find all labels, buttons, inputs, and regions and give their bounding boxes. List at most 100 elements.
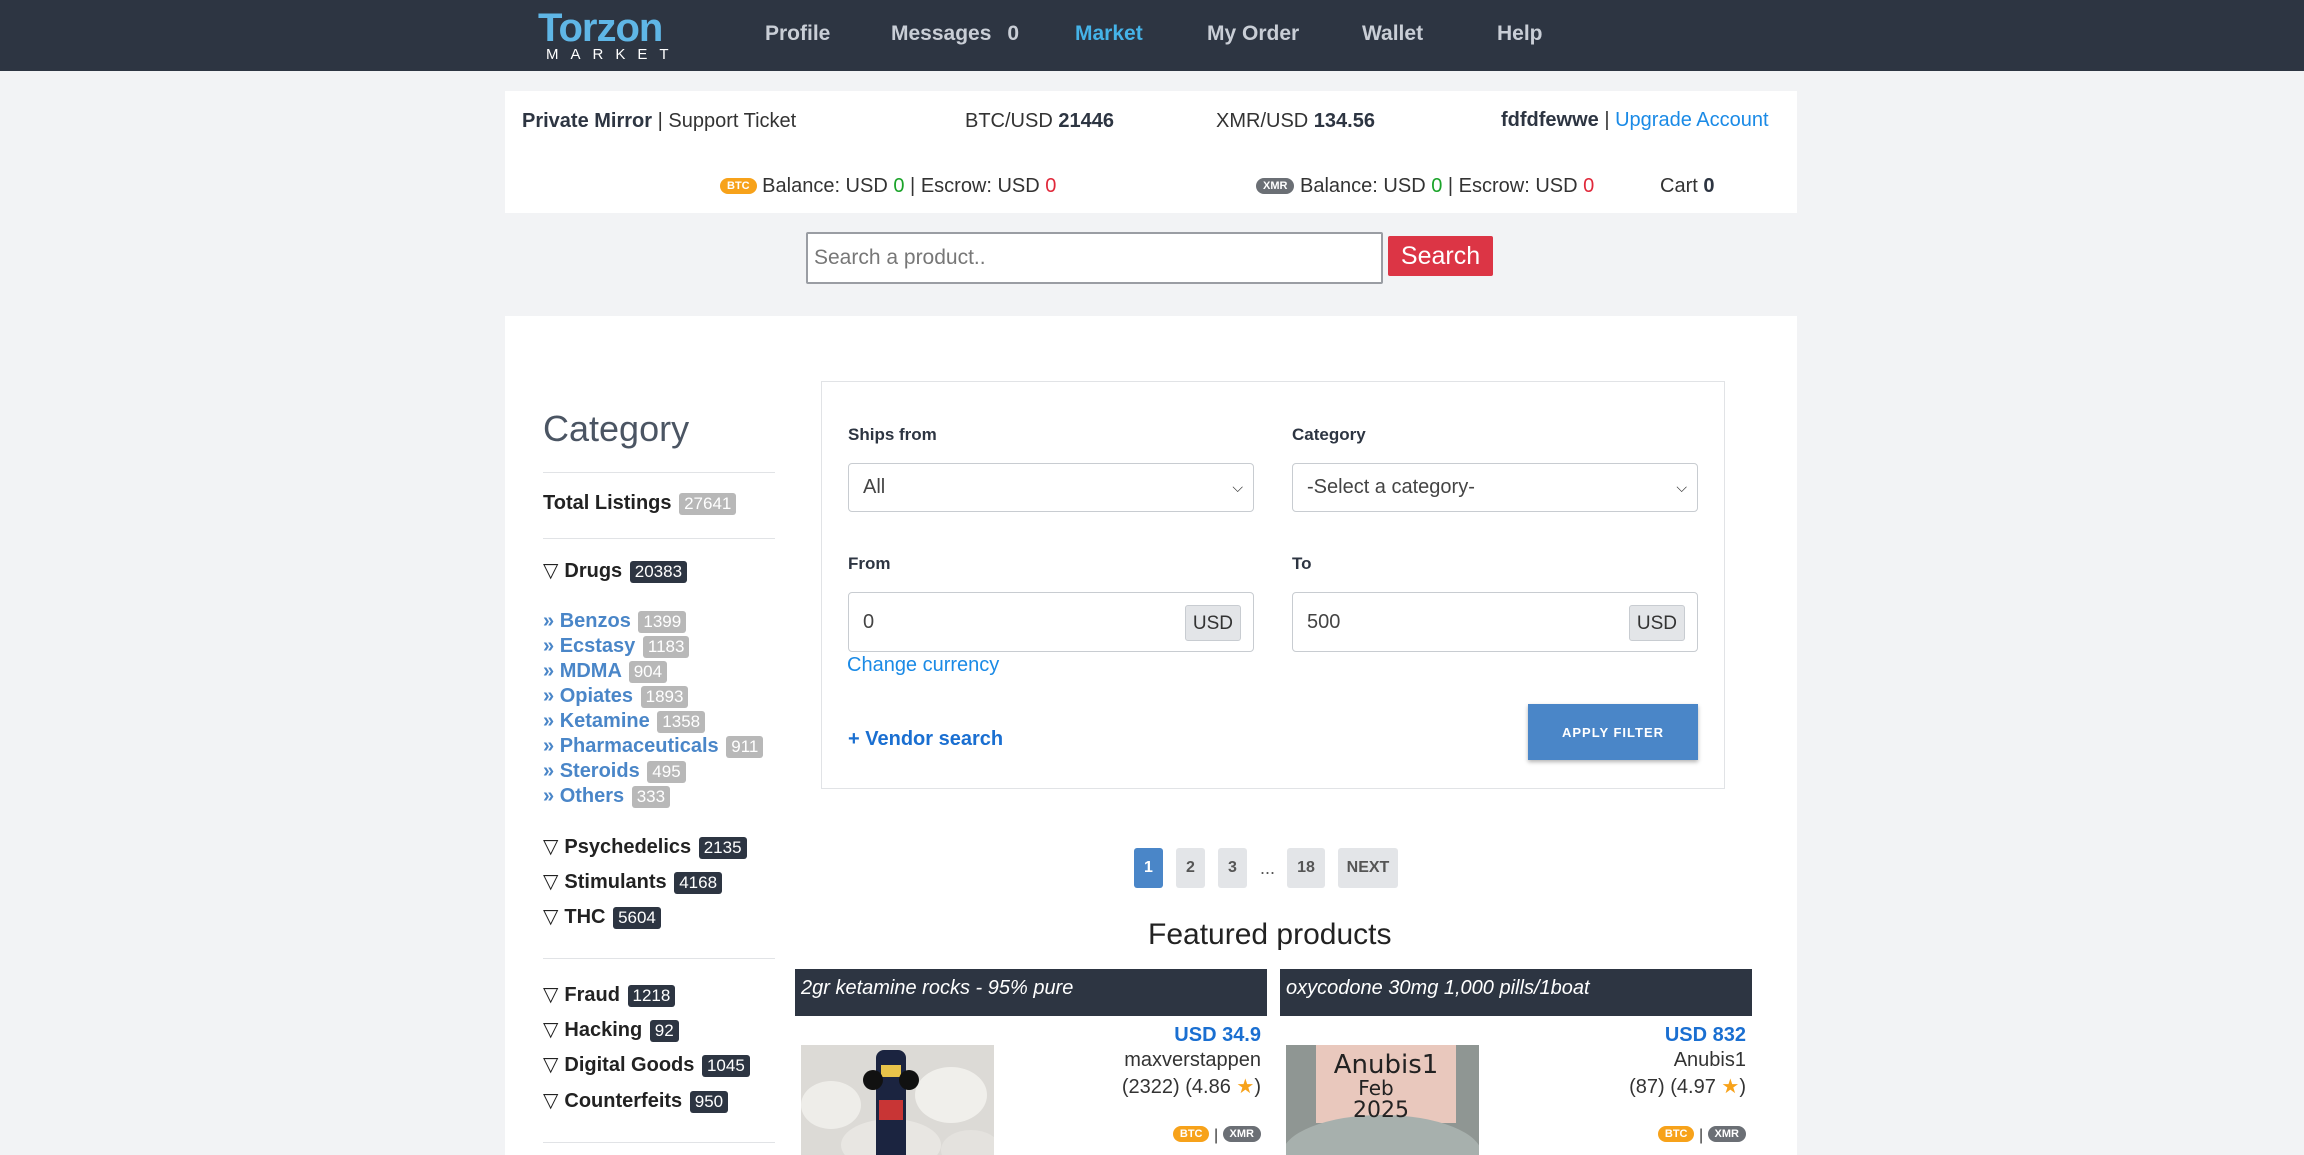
search-input[interactable] <box>806 232 1383 284</box>
arrow-icon: » <box>543 635 555 657</box>
page-1-button[interactable]: 1 <box>1134 848 1163 888</box>
btc-badge: BTC <box>720 178 757 194</box>
category-counterfeits[interactable]: ▽ Counterfeits 950 <box>543 1088 729 1113</box>
btc-wallet-line: BTC Balance: USD 0 | Escrow: USD 0 <box>720 175 1056 198</box>
pagination-ellipsis: ... <box>1260 858 1276 878</box>
ships-from-value: All <box>863 476 886 498</box>
change-currency-link[interactable]: Change currency <box>847 654 999 677</box>
total-listings[interactable]: Total Listings 27641 <box>543 492 737 515</box>
apply-filter-button[interactable]: APPLY FILTER <box>1528 704 1698 760</box>
category-count: 20383 <box>629 561 688 583</box>
xmr-rate-label: XMR/USD <box>1216 110 1309 132</box>
page-3-button[interactable]: 3 <box>1218 848 1247 888</box>
nav-help[interactable]: Help <box>1497 22 1543 46</box>
category-select-value: -Select a category- <box>1307 476 1475 498</box>
price-from-input[interactable]: 0 USD <box>848 592 1254 652</box>
subcategory-others[interactable]: » Others 333 <box>543 785 671 808</box>
subcategory-count: 495 <box>647 761 686 783</box>
triangle-icon: ▽ <box>543 906 559 928</box>
category-label: Stimulants <box>564 871 667 893</box>
logo-sub-text: MARKET <box>546 46 681 63</box>
subcategory-ketamine[interactable]: » Ketamine 1358 <box>543 710 706 733</box>
image-text-line-2: Feb <box>1358 1076 1393 1100</box>
total-listings-count: 27641 <box>679 493 737 515</box>
product-image[interactable]: Anubis1 Feb 2025 <box>1286 1045 1479 1155</box>
category-label: Hacking <box>564 1019 643 1041</box>
subcategory-count: 1358 <box>657 711 706 733</box>
divider <box>543 1142 775 1143</box>
rating-close: ) <box>1739 1076 1746 1098</box>
btc-rate-label: BTC/USD <box>965 110 1053 132</box>
page-2-button[interactable]: 2 <box>1176 848 1205 888</box>
page-18-button[interactable]: 18 <box>1287 848 1325 888</box>
arrow-icon: » <box>543 660 555 682</box>
nav-my-order[interactable]: My Order <box>1207 22 1299 46</box>
category-hacking[interactable]: ▽ Hacking 92 <box>543 1017 679 1042</box>
cart[interactable]: Cart 0 <box>1660 175 1714 198</box>
subcategory-count: 911 <box>726 736 764 758</box>
site-logo[interactable]: Torzon MARKET <box>538 6 683 63</box>
triangle-icon: ▽ <box>543 1090 559 1112</box>
next-page-button[interactable]: NEXT <box>1338 848 1398 888</box>
support-ticket-link[interactable]: Support Ticket <box>668 110 796 132</box>
badge-separator: | <box>1213 1127 1219 1144</box>
product-title[interactable]: oxycodone 30mg 1,000 pills/1boat <box>1280 969 1752 1016</box>
upgrade-account-link[interactable]: Upgrade Account <box>1615 109 1768 131</box>
product-vendor[interactable]: Anubis1 <box>1674 1049 1746 1072</box>
username[interactable]: fdfdfewwe <box>1501 109 1599 131</box>
product-image[interactable] <box>801 1045 994 1155</box>
subcategory-label: Ecstasy <box>559 635 636 657</box>
category-label: Psychedelics <box>564 836 692 858</box>
divider <box>543 538 775 539</box>
category-digital-goods[interactable]: ▽ Digital Goods 1045 <box>543 1052 750 1077</box>
category-stimulants[interactable]: ▽ Stimulants 4168 <box>543 869 723 894</box>
nav-wallet[interactable]: Wallet <box>1362 22 1423 46</box>
category-psychedelics[interactable]: ▽ Psychedelics 2135 <box>543 834 747 859</box>
featured-products-title: Featured products <box>1148 918 1392 951</box>
category-label: Counterfeits <box>564 1090 683 1112</box>
divider <box>543 472 775 473</box>
subcategory-steroids[interactable]: » Steroids 495 <box>543 760 686 783</box>
category-fraud[interactable]: ▽ Fraud 1218 <box>543 982 676 1007</box>
chevron-down-icon: ⌵ <box>1232 479 1243 495</box>
subcategory-pharmaceuticals[interactable]: » Pharmaceuticals 911 <box>543 735 764 758</box>
subcategory-ecstasy[interactable]: » Ecstasy 1183 <box>543 635 690 658</box>
private-mirror-link[interactable]: Private Mirror <box>522 110 652 132</box>
product-rating: (2322) (4.86 ★) <box>1122 1074 1261 1099</box>
separator: | <box>1447 175 1454 197</box>
triangle-icon: ▽ <box>543 560 559 582</box>
currency-unit: USD <box>1184 605 1241 641</box>
subcategory-benzos[interactable]: » Benzos 1399 <box>543 610 687 633</box>
ships-from-select[interactable]: All ⌵ <box>848 463 1254 512</box>
subcategory-mdma[interactable]: » MDMA 904 <box>543 660 668 683</box>
to-label: To <box>1292 554 1312 573</box>
from-label: From <box>848 554 891 573</box>
divider <box>543 958 775 959</box>
product-title[interactable]: 2gr ketamine rocks - 95% pure <box>795 969 1267 1016</box>
category-thc[interactable]: ▽ THC 5604 <box>543 904 661 929</box>
nav-market[interactable]: Market <box>1075 22 1143 46</box>
subcategory-count: 904 <box>628 661 668 683</box>
vendor-search-toggle[interactable]: + Vendor search <box>848 728 1003 751</box>
arrow-icon: » <box>543 685 555 707</box>
product-card[interactable]: oxycodone 30mg 1,000 pills/1boat Anubis1… <box>1280 969 1752 1155</box>
category-label: Fraud <box>564 984 620 1006</box>
xmr-wallet-line: XMR Balance: USD 0 | Escrow: USD 0 <box>1256 175 1594 198</box>
subcategory-label: Opiates <box>559 685 634 707</box>
price-to-input[interactable]: 500 USD <box>1292 592 1698 652</box>
search-button[interactable]: Search <box>1388 236 1493 276</box>
btc-rate: BTC/USD 21446 <box>965 110 1114 133</box>
btc-badge: BTC <box>1172 1126 1210 1142</box>
triangle-icon: ▽ <box>543 871 559 893</box>
product-price: USD 832 <box>1664 1024 1746 1046</box>
product-card[interactable]: 2gr ketamine rocks - 95% pure USD 34.9 m… <box>795 969 1267 1155</box>
category-count: 92 <box>649 1020 679 1042</box>
category-drugs[interactable]: ▽ Drugs 20383 <box>543 558 688 583</box>
category-select[interactable]: -Select a category- ⌵ <box>1292 463 1698 512</box>
subcategory-opiates[interactable]: » Opiates 1893 <box>543 685 689 708</box>
nav-profile[interactable]: Profile <box>765 22 830 46</box>
product-vendor[interactable]: maxverstappen <box>1124 1049 1261 1072</box>
top-navbar: Torzon MARKET Profile Messages 0 Market M… <box>0 0 2304 71</box>
nav-messages[interactable]: Messages 0 <box>891 22 1019 46</box>
oxycodone-photo: Anubis1 Feb 2025 <box>1286 1045 1479 1155</box>
